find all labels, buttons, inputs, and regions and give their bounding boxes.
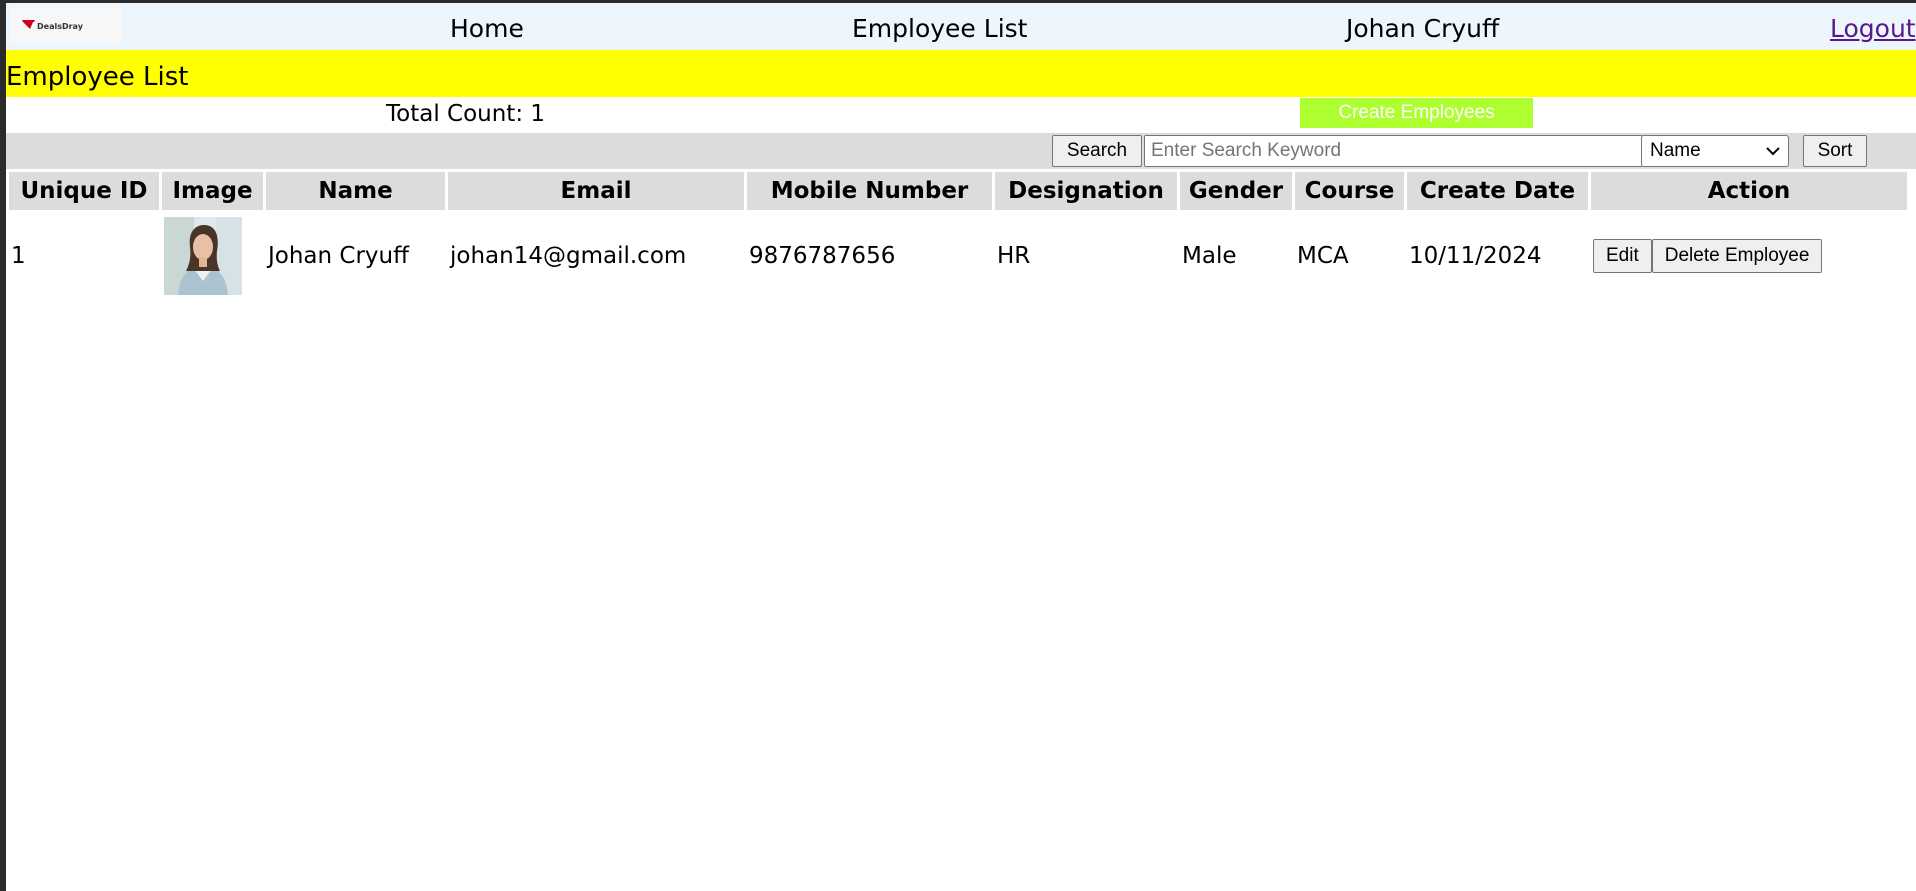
employee-avatar — [164, 217, 242, 295]
header-mobile-number: Mobile Number — [747, 172, 992, 210]
cell-designation: HR — [997, 243, 1031, 269]
sort-selected-value: Name — [1650, 140, 1701, 161]
header-action: Action — [1591, 172, 1907, 210]
search-input[interactable] — [1144, 135, 1643, 167]
header-name: Name — [266, 172, 445, 210]
cell-email: johan14@gmail.com — [450, 243, 687, 269]
delete-employee-button[interactable]: Delete Employee — [1651, 239, 1823, 273]
dealsdray-logo: DealsDray — [10, 7, 122, 43]
header-create-date: Create Date — [1407, 172, 1588, 210]
nav-employee-list-link[interactable]: Employee List — [852, 3, 1027, 50]
page-title: Employee List — [6, 62, 189, 92]
cell-action: Edit Delete Employee — [1591, 213, 1907, 299]
sort-button[interactable]: Sort — [1803, 135, 1867, 167]
header-unique-id: Unique ID — [9, 172, 159, 210]
edit-button[interactable]: Edit — [1593, 239, 1652, 273]
logo-image: DealsDray — [22, 20, 84, 31]
header-image: Image — [162, 172, 263, 210]
table-row: 1 Johan Cryuff johan14@gmail.com 9876787… — [9, 213, 1907, 299]
cell-name: Johan Cryuff — [268, 243, 409, 269]
cell-mobile-number: 9876787656 — [749, 243, 896, 269]
cell-course: MCA — [1297, 243, 1349, 269]
logout-link[interactable]: Logout — [1830, 3, 1916, 50]
total-count-value: 1 — [530, 101, 546, 127]
header-course: Course — [1295, 172, 1404, 210]
top-navbar: DealsDray Home Employee List Johan Cryuf… — [6, 3, 1916, 50]
search-button[interactable]: Search — [1052, 135, 1142, 167]
chevron-down-icon — [1766, 147, 1780, 156]
page-title-bar: Employee List — [6, 50, 1916, 97]
current-user-name: Johan Cryuff — [1346, 14, 1500, 43]
cell-unique-id: 1 — [11, 243, 26, 269]
app-viewport: DealsDray Home Employee List Johan Cryuf… — [6, 3, 1916, 891]
create-employees-button[interactable]: Create Employees — [1300, 98, 1533, 128]
total-count-label: Total Count: — [386, 101, 531, 127]
cell-gender: Male — [1182, 243, 1237, 269]
svg-text:DealsDray: DealsDray — [37, 22, 84, 31]
table-header-row: Unique ID Image Name Email Mobile Number… — [9, 172, 1907, 210]
header-email: Email — [448, 172, 744, 210]
sort-field-select[interactable]: Name — [1641, 135, 1789, 167]
search-toolbar: Search Name Sort — [6, 133, 1916, 169]
cell-create-date: 10/11/2024 — [1409, 243, 1542, 269]
cell-image — [162, 213, 263, 299]
total-count: Total Count: 1 — [386, 101, 545, 127]
nav-home-link[interactable]: Home — [450, 3, 524, 50]
header-gender: Gender — [1180, 172, 1292, 210]
employee-table: Unique ID Image Name Email Mobile Number… — [6, 169, 1910, 302]
header-designation: Designation — [995, 172, 1177, 210]
